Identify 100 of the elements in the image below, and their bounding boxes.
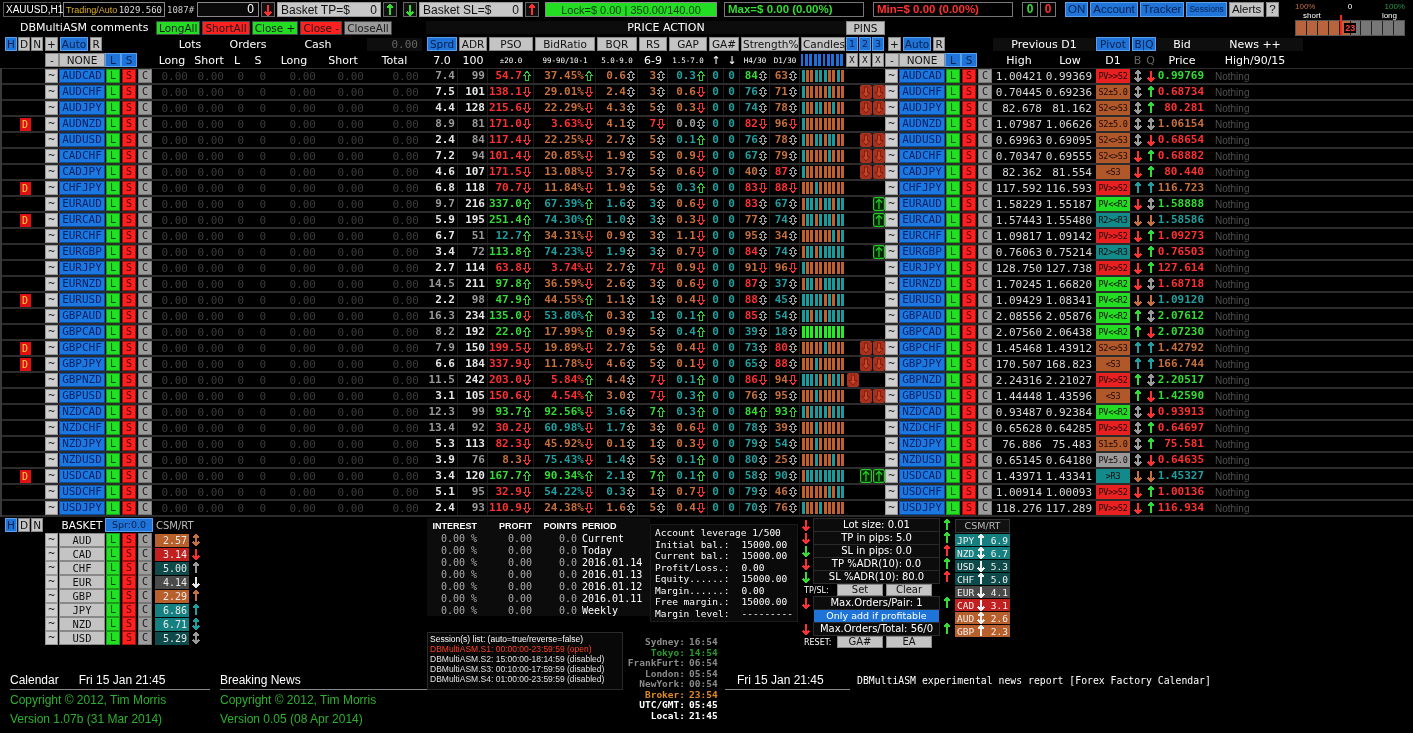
- down-arrow-tile-icon[interactable]: [859, 341, 872, 355]
- pair-short-button[interactable]: S: [962, 133, 976, 147]
- down-arrow-icon[interactable]: [802, 558, 810, 570]
- pair-button[interactable]: NZDUSD: [899, 453, 945, 467]
- tilde-button[interactable]: ~: [885, 181, 898, 195]
- tilde-button[interactable]: ~: [45, 405, 58, 419]
- pair-long-button[interactable]: L: [946, 437, 960, 451]
- pair-long-button[interactable]: L: [106, 421, 120, 435]
- none-button[interactable]: NONE: [899, 53, 945, 67]
- pair-short-button[interactable]: S: [122, 69, 136, 83]
- pair-close-button[interactable]: C: [978, 485, 992, 499]
- tilde-button[interactable]: ~: [885, 229, 898, 243]
- pair-long-button[interactable]: L: [946, 149, 960, 163]
- column-header[interactable]: GAP: [669, 37, 707, 51]
- tilde-button[interactable]: ~: [885, 261, 898, 275]
- basket-long-button[interactable]: L: [106, 603, 120, 617]
- pair-long-button[interactable]: L: [106, 437, 120, 451]
- pair-close-button[interactable]: C: [138, 357, 152, 371]
- pair-button[interactable]: AUDCHF: [59, 85, 105, 99]
- tilde-button[interactable]: ~: [45, 437, 58, 451]
- tilde-button[interactable]: ~: [45, 533, 58, 547]
- pair-button[interactable]: EURCAD: [59, 213, 105, 227]
- pair-short-button[interactable]: S: [122, 469, 136, 483]
- currency-button[interactable]: CAD: [59, 547, 105, 561]
- pair-button[interactable]: GBPCAD: [899, 325, 945, 339]
- tilde-button[interactable]: ~: [45, 261, 58, 275]
- pair-close-button[interactable]: C: [138, 229, 152, 243]
- tilde-button[interactable]: ~: [45, 341, 58, 355]
- pair-long-button[interactable]: L: [106, 501, 120, 515]
- basket-short-button[interactable]: S: [122, 533, 136, 547]
- down-arrow-tile-icon[interactable]: [872, 357, 885, 371]
- up-arrow-tile-icon[interactable]: [872, 197, 885, 211]
- pair-long-button[interactable]: L: [946, 469, 960, 483]
- basket-long-button[interactable]: L: [106, 589, 120, 603]
- pair-short-button[interactable]: S: [962, 341, 976, 355]
- pair-long-button[interactable]: L: [946, 373, 960, 387]
- tilde-button[interactable]: ~: [45, 373, 58, 387]
- action-button[interactable]: ShortAll: [202, 20, 250, 35]
- pair-button[interactable]: AUDNZD: [59, 117, 105, 131]
- pair-long-button[interactable]: L: [946, 277, 960, 291]
- pair-close-button[interactable]: C: [978, 165, 992, 179]
- pair-short-button[interactable]: S: [962, 373, 976, 387]
- pair-button[interactable]: NZDCAD: [59, 405, 105, 419]
- toolbar-button[interactable]: ON: [1065, 2, 1089, 17]
- pair-long-button[interactable]: L: [106, 101, 120, 115]
- basket-short-button[interactable]: S: [122, 631, 136, 645]
- pair-close-button[interactable]: C: [978, 213, 992, 227]
- pair-close-button[interactable]: C: [978, 85, 992, 99]
- action-button[interactable]: Close -: [300, 20, 343, 35]
- pair-button[interactable]: EURNZD: [899, 277, 945, 291]
- basket-close-button[interactable]: C: [138, 631, 152, 645]
- pair-button[interactable]: GBPJPY: [59, 357, 105, 371]
- tilde-button[interactable]: ~: [885, 309, 898, 323]
- toolbar-button[interactable]: Account: [1090, 2, 1138, 17]
- pair-short-button[interactable]: S: [122, 213, 136, 227]
- basket-long-button[interactable]: L: [106, 533, 120, 547]
- pair-short-button[interactable]: S: [122, 357, 136, 371]
- pair-short-button[interactable]: S: [122, 421, 136, 435]
- pair-long-button[interactable]: L: [106, 181, 120, 195]
- pair-short-button[interactable]: S: [962, 229, 976, 243]
- pair-button[interactable]: EURJPY: [59, 261, 105, 275]
- pair-long-button[interactable]: L: [106, 197, 120, 211]
- down-arrow-tile-icon[interactable]: [872, 149, 885, 163]
- pair-short-button[interactable]: S: [122, 117, 136, 131]
- down-arrow-tile-icon[interactable]: [859, 133, 872, 147]
- column-header[interactable]: BQR: [597, 37, 637, 51]
- up-arrow-tile-icon[interactable]: [859, 469, 872, 483]
- pair-button[interactable]: USDJPY: [59, 501, 105, 515]
- pair-button[interactable]: NZDCHF: [59, 421, 105, 435]
- tilde-button[interactable]: ~: [45, 501, 58, 515]
- down-arrow-icon[interactable]: [802, 597, 810, 609]
- pair-short-button[interactable]: S: [122, 389, 136, 403]
- pair-close-button[interactable]: C: [978, 293, 992, 307]
- pair-short-button[interactable]: S: [962, 165, 976, 179]
- pair-close-button[interactable]: C: [978, 181, 992, 195]
- tilde-button[interactable]: ~: [885, 197, 898, 211]
- pair-button[interactable]: NZDCAD: [899, 405, 945, 419]
- pin-clear-button[interactable]: X: [859, 53, 871, 67]
- pair-long-button[interactable]: L: [946, 325, 960, 339]
- pair-short-button[interactable]: S: [962, 197, 976, 211]
- up-arrow-icon[interactable]: [943, 519, 951, 531]
- pair-close-button[interactable]: C: [138, 469, 152, 483]
- short-filter-button[interactable]: S: [961, 53, 977, 67]
- tilde-button[interactable]: ~: [885, 133, 898, 147]
- pair-short-button[interactable]: S: [962, 101, 976, 115]
- column-header[interactable]: Strength%: [741, 37, 799, 51]
- setting-action-button[interactable]: EA: [886, 636, 932, 648]
- toolbar-button[interactable]: Tracker: [1139, 2, 1185, 17]
- down-arrow-tile-icon[interactable]: [859, 85, 872, 99]
- pair-short-button[interactable]: S: [962, 357, 976, 371]
- tilde-button[interactable]: ~: [885, 453, 898, 467]
- down-arrow-tile-icon[interactable]: [872, 85, 885, 99]
- pair-close-button[interactable]: C: [978, 149, 992, 163]
- pair-close-button[interactable]: C: [978, 117, 992, 131]
- pair-button[interactable]: GBPCAD: [59, 325, 105, 339]
- basket-short-button[interactable]: S: [122, 561, 136, 575]
- pair-long-button[interactable]: L: [106, 485, 120, 499]
- basket-tp-field[interactable]: Basket TP=$ 0: [277, 2, 381, 17]
- basket-short-button[interactable]: S: [122, 617, 136, 631]
- tilde-button[interactable]: ~: [45, 133, 58, 147]
